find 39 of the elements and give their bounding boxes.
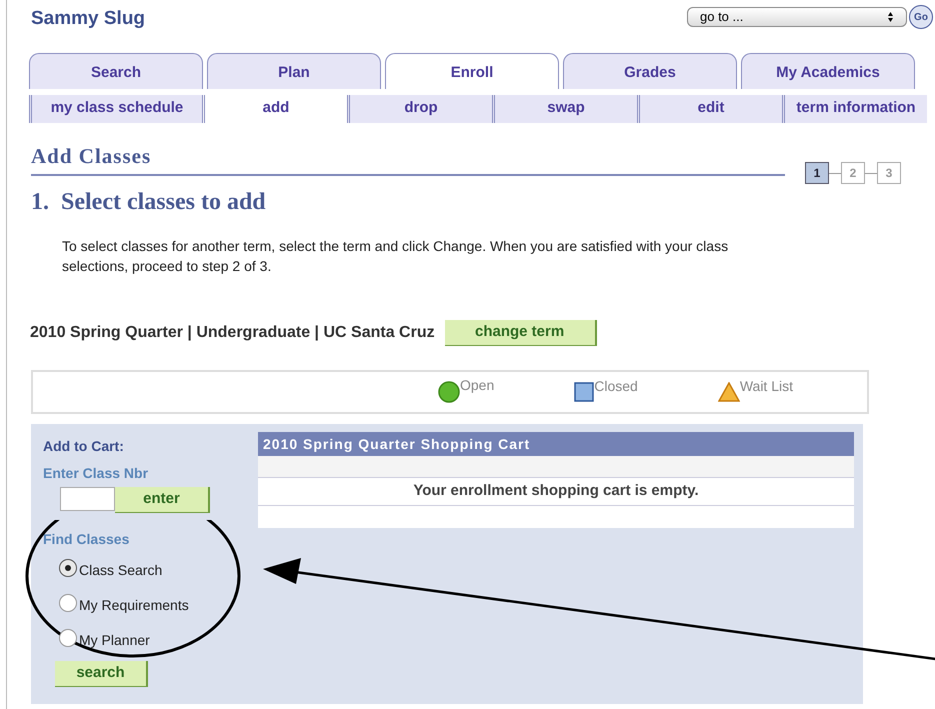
find-classes-label: Find Classes bbox=[43, 530, 130, 549]
radio-label: My Requirements bbox=[79, 596, 189, 615]
sub-tab[interactable]: my class schedule bbox=[29, 94, 202, 122]
radio-button[interactable] bbox=[59, 628, 77, 646]
add-to-cart-title: Add to Cart: bbox=[43, 437, 125, 456]
nav-tab[interactable]: Plan bbox=[207, 52, 381, 88]
search-button[interactable]: search bbox=[55, 661, 148, 687]
legend-label: Wait List bbox=[740, 377, 793, 396]
step-indicator: 3 bbox=[877, 162, 901, 184]
sub-tab[interactable]: term information bbox=[782, 94, 927, 122]
nav-tab[interactable]: Search bbox=[29, 52, 203, 88]
instructions: To select classes for another term, select the term and click Change. When you are satisfied with your class selections, proceed to step 2 of 3. bbox=[62, 237, 730, 276]
user-name: Sammy Slug bbox=[31, 7, 146, 31]
nav-tab[interactable]: Enroll bbox=[385, 52, 559, 88]
step-indicator: 1 bbox=[805, 162, 829, 184]
step-indicator: 2 bbox=[841, 162, 865, 184]
radio-button[interactable] bbox=[59, 558, 77, 576]
page-title: Add Classes bbox=[31, 144, 152, 168]
cart-empty-message: Your enrollment shopping cart is empty. bbox=[258, 478, 854, 506]
goto-select[interactable]: go to ... bbox=[687, 7, 907, 27]
enter-button[interactable]: enter bbox=[115, 487, 210, 513]
term-info: 2010 Spring Quarter | Undergraduate | UC Santa Cruz bbox=[30, 323, 435, 343]
radio-label: Class Search bbox=[79, 561, 162, 580]
sub-tab[interactable]: swap bbox=[492, 94, 637, 122]
class-number-label: Enter Class Nbr bbox=[43, 464, 150, 483]
cart-title: 2010 Spring Quarter Shopping Cart bbox=[258, 432, 854, 456]
nav-tab[interactable]: My Academics bbox=[741, 52, 915, 88]
sub-tab[interactable]: drop bbox=[347, 94, 492, 122]
legend-label: Closed bbox=[594, 377, 638, 396]
go-button[interactable]: Go bbox=[909, 5, 933, 29]
stepper-icon bbox=[887, 11, 894, 23]
step-heading: 1. Select classes to add bbox=[30, 188, 267, 217]
radio-label: My Planner bbox=[79, 631, 150, 650]
legend-label: Open bbox=[460, 376, 494, 395]
sub-tab[interactable]: edit bbox=[637, 94, 782, 122]
class-number-field[interactable] bbox=[60, 487, 115, 511]
nav-tab[interactable]: Grades bbox=[563, 52, 737, 88]
change-term-button[interactable]: change term bbox=[444, 320, 597, 346]
radio-button[interactable] bbox=[59, 594, 77, 612]
